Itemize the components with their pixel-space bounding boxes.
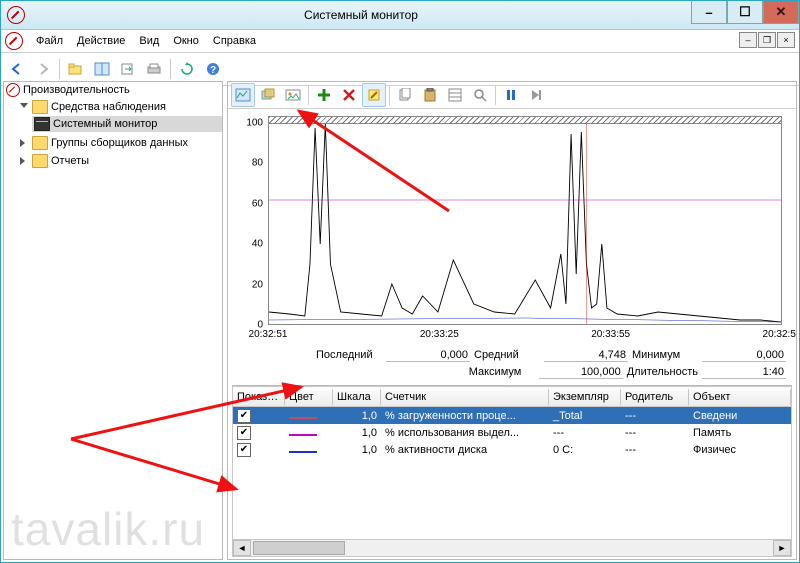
col-color[interactable]: Цвет bbox=[285, 389, 333, 405]
x-axis: 20:32:5120:33:2520:33:5520:32:50 bbox=[268, 329, 782, 343]
color-swatch bbox=[289, 417, 317, 419]
menu-file[interactable]: Файл bbox=[29, 33, 70, 49]
stat-dur-value: 1:40 bbox=[702, 366, 786, 379]
forward-button[interactable] bbox=[31, 57, 55, 81]
expand-icon[interactable] bbox=[20, 103, 29, 112]
stat-max-label: Максимум bbox=[469, 366, 535, 378]
tree-reports-label: Отчеты bbox=[51, 155, 89, 167]
expand-icon[interactable] bbox=[20, 157, 29, 166]
tree-sysmon-label: Системный монитор bbox=[53, 118, 157, 130]
plot-area[interactable] bbox=[268, 123, 782, 325]
properties-pane-icon[interactable] bbox=[90, 57, 114, 81]
stat-dur-label: Длительность bbox=[627, 366, 698, 378]
content-pane: 020406080100 20:32:5120:33:2520:33:5520:… bbox=[227, 81, 797, 560]
tree-root[interactable]: Производительность bbox=[4, 82, 222, 98]
step-button[interactable] bbox=[524, 83, 548, 107]
navigation-tree[interactable]: Производительность Средства наблюдения С… bbox=[3, 81, 223, 560]
refresh-icon[interactable] bbox=[175, 57, 199, 81]
print-icon[interactable] bbox=[142, 57, 166, 81]
col-instance[interactable]: Экземпляр bbox=[549, 389, 621, 405]
col-scale[interactable]: Шкала bbox=[333, 389, 381, 405]
help-icon[interactable]: ? bbox=[201, 57, 225, 81]
color-swatch bbox=[289, 434, 317, 436]
stat-avg-value: 4,748 bbox=[544, 349, 628, 362]
scroll-right-icon[interactable]: ► bbox=[773, 540, 791, 556]
overlay-button[interactable] bbox=[256, 83, 280, 107]
monitor-icon bbox=[34, 117, 50, 131]
tree-tools[interactable]: Средства наблюдения bbox=[18, 99, 222, 115]
scroll-left-icon[interactable]: ◄ bbox=[233, 540, 251, 556]
menu-window[interactable]: Окно bbox=[166, 33, 206, 49]
pause-button[interactable] bbox=[499, 83, 523, 107]
tree-sysmon[interactable]: Системный монитор bbox=[32, 116, 222, 132]
titlebar: Системный монитор – ☐ ✕ bbox=[1, 1, 799, 30]
maximize-button[interactable]: ☐ bbox=[727, 1, 763, 24]
close-button[interactable]: ✕ bbox=[763, 1, 799, 24]
stats-block: Последний 0,000 Средний 4,748 Минимум 0,… bbox=[228, 347, 796, 381]
stat-last-value: 0,000 bbox=[386, 349, 470, 362]
col-show[interactable]: Показа... bbox=[233, 389, 285, 405]
back-button[interactable] bbox=[5, 57, 29, 81]
folder-icon bbox=[32, 136, 48, 150]
counter-grid[interactable]: Показа... Цвет Шкала Счетчик Экземпляр Р… bbox=[232, 385, 792, 557]
scroll-thumb[interactable] bbox=[253, 541, 345, 555]
mdi-restore[interactable]: ❐ bbox=[758, 32, 776, 48]
table-row[interactable]: ✔1,0% активности диска0 C:---Физичес bbox=[233, 441, 791, 458]
menu-action[interactable]: Действие bbox=[70, 33, 132, 49]
stat-min-value: 0,000 bbox=[702, 349, 786, 362]
stat-avg-label: Средний bbox=[474, 349, 540, 361]
grid-body[interactable]: ✔1,0% загруженности проце..._Total---Све… bbox=[232, 407, 792, 539]
menu-help[interactable]: Справка bbox=[206, 33, 263, 49]
row-checkbox[interactable]: ✔ bbox=[237, 409, 251, 423]
zoom-button[interactable] bbox=[468, 83, 492, 107]
gallery-button[interactable] bbox=[281, 83, 305, 107]
stat-min-label: Минимум bbox=[632, 349, 698, 361]
row-checkbox[interactable]: ✔ bbox=[237, 443, 251, 457]
color-swatch bbox=[289, 451, 317, 453]
tree-tools-label: Средства наблюдения bbox=[51, 101, 166, 113]
app-icon bbox=[7, 6, 25, 24]
plot-svg bbox=[269, 124, 781, 324]
perf-icon bbox=[6, 83, 20, 97]
folder-icon bbox=[32, 100, 48, 114]
properties-button[interactable] bbox=[443, 83, 467, 107]
stat-max-value: 100,000 bbox=[539, 366, 623, 379]
plot-header-hatch bbox=[268, 116, 782, 124]
col-counter[interactable]: Счетчик bbox=[381, 389, 549, 405]
y-axis: 020406080100 bbox=[236, 123, 266, 325]
menubar: Файл Действие Вид Окно Справка – ❐ × bbox=[1, 30, 799, 53]
row-checkbox[interactable]: ✔ bbox=[237, 426, 251, 440]
minimize-button[interactable]: – bbox=[691, 1, 727, 24]
tree-reports[interactable]: Отчеты bbox=[18, 153, 222, 169]
chart-area: 020406080100 20:32:5120:33:2520:33:5520:… bbox=[228, 109, 796, 347]
table-row[interactable]: ✔1,0% использования выдел...------Память bbox=[233, 424, 791, 441]
horiz-scrollbar[interactable]: ◄ ► bbox=[232, 539, 792, 557]
mdi-close[interactable]: × bbox=[777, 32, 795, 48]
grid-header: Показа... Цвет Шкала Счетчик Экземпляр Р… bbox=[232, 386, 792, 407]
remove-counter-button[interactable] bbox=[337, 83, 361, 107]
copy-button[interactable] bbox=[393, 83, 417, 107]
highlight-button[interactable] bbox=[362, 83, 386, 107]
table-row[interactable]: ✔1,0% загруженности проце..._Total---Све… bbox=[233, 407, 791, 424]
tree-collectors[interactable]: Группы сборщиков данных bbox=[18, 135, 222, 151]
col-parent[interactable]: Родитель bbox=[621, 389, 689, 405]
expand-icon[interactable] bbox=[20, 139, 29, 148]
menu-view[interactable]: Вид bbox=[132, 33, 166, 49]
svg-text:?: ? bbox=[210, 65, 216, 76]
view-chart-button[interactable] bbox=[231, 83, 255, 107]
col-object[interactable]: Объект bbox=[689, 389, 791, 405]
mmc-icon bbox=[5, 32, 23, 50]
tree-collectors-label: Группы сборщиков данных bbox=[51, 137, 188, 149]
chart-toolbar bbox=[228, 82, 796, 109]
export-icon[interactable] bbox=[116, 57, 140, 81]
paste-button[interactable] bbox=[418, 83, 442, 107]
add-counter-button[interactable] bbox=[312, 83, 336, 107]
mdi-minimize[interactable]: – bbox=[739, 32, 757, 48]
stat-last-label: Последний bbox=[316, 349, 382, 361]
window-title: Системный монитор bbox=[31, 8, 691, 22]
open-icon[interactable] bbox=[64, 57, 88, 81]
folder-icon bbox=[32, 154, 48, 168]
tree-root-label: Производительность bbox=[23, 84, 130, 96]
